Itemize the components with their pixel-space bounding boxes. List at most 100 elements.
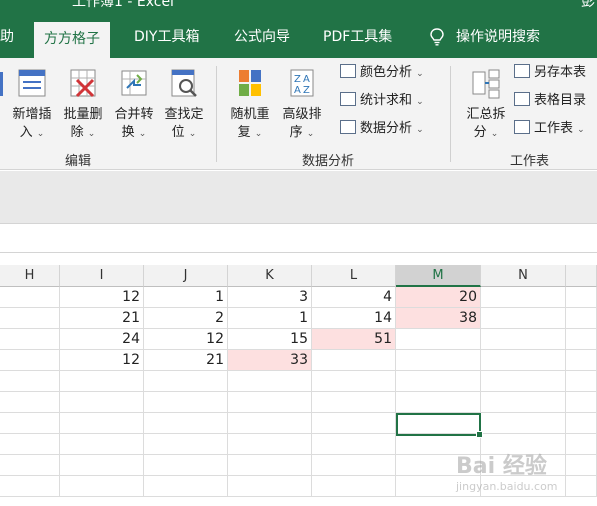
cell-k-row5[interactable] [228,371,312,392]
cell-o-row3[interactable] [566,329,597,350]
cell-k-row6[interactable] [228,392,312,413]
cell-h-row8[interactable] [0,434,60,455]
stats-sum-button[interactable]: 统计求和 ⌄ [340,92,424,111]
cell-m-row1[interactable]: 20 [396,287,481,308]
cell-o-row8[interactable] [566,434,597,455]
cell-o-row9[interactable] [566,455,597,476]
cell-k-row9[interactable] [228,455,312,476]
cell-h-row5[interactable] [0,371,60,392]
cell-h-row3[interactable] [0,329,60,350]
cell-i-row10[interactable] [60,476,144,497]
cell-m-row2[interactable]: 38 [396,308,481,329]
cell-m-row4[interactable] [396,350,481,371]
tab-help[interactable]: 助 [0,16,14,58]
cell-l-row5[interactable] [312,371,396,392]
user-name[interactable]: 彭 [581,0,595,11]
column-header-n[interactable]: N [481,265,566,287]
cell-l-row4[interactable] [312,350,396,371]
color-analysis-button[interactable]: 颜色分析 ⌄ [340,64,424,83]
cell-l-row6[interactable] [312,392,396,413]
tab-tell-me[interactable]: 操作说明搜索 [430,16,540,58]
cell-m-row6[interactable] [396,392,481,413]
cell-i-row6[interactable] [60,392,144,413]
cell-m-row5[interactable] [396,371,481,392]
cell-h-row6[interactable] [0,392,60,413]
cell-i-row7[interactable] [60,413,144,434]
cell-j-row6[interactable] [144,392,228,413]
column-header-l[interactable]: L [312,265,396,287]
column-header-m[interactable]: M [396,265,481,287]
cell-l-row10[interactable] [312,476,396,497]
summary-split-button[interactable]: 汇总拆 分 ⌄ [460,66,512,143]
cell-i-row8[interactable] [60,434,144,455]
cell-h-row1[interactable] [0,287,60,308]
cell-j-row4[interactable]: 21 [144,350,228,371]
cell-i-row9[interactable] [60,455,144,476]
cell-i-row3[interactable]: 24 [60,329,144,350]
cell-o-row4[interactable] [566,350,597,371]
cell-o-row7[interactable] [566,413,597,434]
cell-k-row10[interactable] [228,476,312,497]
cell-n-row7[interactable] [481,413,566,434]
worksheet-button[interactable]: 工作表 ⌄ [514,120,585,139]
formula-bar[interactable] [0,223,597,253]
cell-o-row1[interactable] [566,287,597,308]
cell-h-row7[interactable] [0,413,60,434]
find-locate-button[interactable]: 查找定 位 ⌄ [158,66,210,143]
cell-o-row2[interactable] [566,308,597,329]
cell-j-row7[interactable] [144,413,228,434]
save-sheet-as-button[interactable]: 另存本表 [514,64,586,82]
column-header-k[interactable]: K [228,265,312,287]
merge-convert-button[interactable]: 合并转 换 ⌄ [108,66,160,143]
cell-k-row1[interactable]: 3 [228,287,312,308]
active-cell-selection[interactable] [396,413,483,438]
cell-n-row3[interactable] [481,329,566,350]
cell-k-row4[interactable]: 33 [228,350,312,371]
cell-j-row10[interactable] [144,476,228,497]
cell-h-row4[interactable] [0,350,60,371]
table-directory-button[interactable]: 表格目录 [514,92,586,110]
cell-o-row6[interactable] [566,392,597,413]
tab-pdf-tools[interactable]: PDF工具集 [323,16,392,58]
cell-k-row2[interactable]: 1 [228,308,312,329]
tab-formula-wizard[interactable]: 公式向导 [234,16,290,58]
cell-i-row5[interactable] [60,371,144,392]
cell-m-row3[interactable] [396,329,481,350]
cell-l-row3[interactable]: 51 [312,329,396,350]
cell-k-row8[interactable] [228,434,312,455]
cell-n-row5[interactable] [481,371,566,392]
cell-n-row4[interactable] [481,350,566,371]
cell-i-row1[interactable]: 12 [60,287,144,308]
cell-j-row1[interactable]: 1 [144,287,228,308]
tab-fangfangezi[interactable]: 方方格子 [34,22,110,58]
cell-n-row6[interactable] [481,392,566,413]
tab-diy-toolbox[interactable]: DIY工具箱 [134,16,199,58]
cell-k-row7[interactable] [228,413,312,434]
cell-k-row3[interactable]: 15 [228,329,312,350]
column-header-o[interactable] [566,265,597,287]
cell-i-row2[interactable]: 21 [60,308,144,329]
column-header-i[interactable]: I [60,265,144,287]
cell-j-row2[interactable]: 2 [144,308,228,329]
random-repeat-button[interactable]: 随机重 复 ⌄ [224,66,276,143]
cell-h-row2[interactable] [0,308,60,329]
cell-l-row1[interactable]: 4 [312,287,396,308]
cell-j-row3[interactable]: 12 [144,329,228,350]
cell-l-row8[interactable] [312,434,396,455]
cell-j-row8[interactable] [144,434,228,455]
data-analysis-button[interactable]: 数据分析 ⌄ [340,120,424,139]
cell-l-row9[interactable] [312,455,396,476]
advanced-sort-button[interactable]: Z A A Z 高级排 序 ⌄ [276,66,328,143]
insert-new-button[interactable]: 新增插 入 ⌄ [6,66,58,143]
cell-h-row9[interactable] [0,455,60,476]
cell-o-row5[interactable] [566,371,597,392]
cell-i-row4[interactable]: 12 [60,350,144,371]
cell-h-row10[interactable] [0,476,60,497]
cell-j-row9[interactable] [144,455,228,476]
batch-delete-button[interactable]: 批量删 除 ⌄ [57,66,109,143]
cell-n-row1[interactable] [481,287,566,308]
cell-l-row7[interactable] [312,413,396,434]
cell-j-row5[interactable] [144,371,228,392]
column-header-j[interactable]: J [144,265,228,287]
cell-o-row10[interactable] [566,476,597,497]
